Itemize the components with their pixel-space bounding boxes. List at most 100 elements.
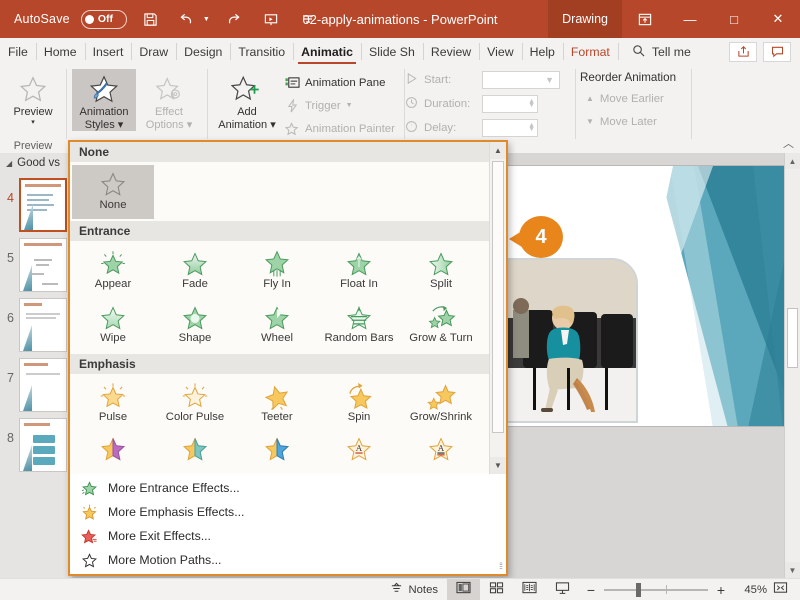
customize-quick-access-icon[interactable] (295, 6, 321, 32)
spinner-arrows-icon[interactable]: ▲ ▼ (528, 98, 535, 109)
gallery-item-fly-in[interactable]: Fly In (236, 244, 318, 298)
minimize-button[interactable]: — (668, 0, 712, 38)
gallery-scrollbar[interactable]: ▲ ▼ (489, 142, 506, 474)
gallery-item-split[interactable]: Split (400, 244, 482, 298)
tab-slide-show[interactable]: Slide Sh (361, 38, 423, 65)
normal-view-button[interactable] (447, 578, 480, 600)
menu-item-more-motion-paths[interactable]: More Motion Paths... (70, 548, 506, 572)
tab-view[interactable]: View (479, 38, 521, 65)
tell-me-box[interactable]: Tell me (617, 38, 699, 65)
tab-design[interactable]: Design (176, 38, 230, 65)
gallery-item-grow-and-turn[interactable]: Grow & Turn (400, 298, 482, 352)
section-header[interactable]: ◢ Good vs (0, 153, 72, 173)
scroll-up-icon[interactable]: ▲ (490, 142, 506, 159)
thumbnail-item-5[interactable]: 5 (0, 233, 72, 293)
comments-icon[interactable] (763, 41, 791, 62)
start-dropdown[interactable]: ▼ (482, 71, 560, 89)
scroll-up-icon[interactable]: ▲ (785, 153, 800, 169)
undo-icon[interactable] (175, 6, 201, 32)
slideshow-button[interactable] (546, 579, 579, 600)
spinner-arrows-icon-2[interactable]: ▲ ▼ (528, 122, 535, 133)
slide-photo[interactable] (503, 258, 638, 423)
zoom-handle[interactable] (636, 582, 641, 597)
tab-animations[interactable]: Animatic (293, 38, 361, 65)
slide-sorter-button[interactable] (480, 579, 513, 600)
slide-thumbnail-pane[interactable]: ◢ Good vs 4 5 6 7 8 (0, 153, 72, 578)
gallery-scroll-area[interactable]: None None Entrance Appear Fade Fly In Fl… (70, 142, 506, 474)
tab-help[interactable]: Help (521, 38, 563, 65)
tab-draw[interactable]: Draw (131, 38, 176, 65)
zoom-percent-label[interactable]: 45% (733, 584, 767, 596)
slide-thumbnail-6[interactable] (19, 298, 67, 352)
scroll-down-icon[interactable]: ▼ (785, 562, 800, 578)
maximize-button[interactable]: □ (712, 0, 756, 38)
menu-item-more-entrance-effects[interactable]: More Entrance Effects... (70, 476, 506, 500)
gallery-item-teeter[interactable]: Teeter (236, 377, 318, 431)
scroll-thumb[interactable] (492, 161, 504, 433)
slide-thumbnail-5[interactable] (19, 238, 67, 292)
add-animation-button[interactable]: Add Animation ▾ (213, 69, 281, 131)
ribbon-display-options-icon[interactable] (622, 0, 668, 38)
gallery-item-none[interactable]: None (72, 165, 154, 219)
slide-thumbnail-8[interactable] (19, 418, 67, 472)
zoom-track[interactable] (604, 582, 708, 597)
gallery-item-random-bars[interactable]: Random Bars (318, 298, 400, 352)
resize-grip-icon[interactable]: ⁞⁞ (499, 561, 503, 571)
tab-file[interactable]: File (0, 38, 36, 65)
tab-insert[interactable]: Insert (84, 38, 132, 65)
close-button[interactable]: ✕ (756, 0, 800, 38)
thumbnail-item-7[interactable]: 7 (0, 353, 72, 413)
gallery-item-wheel[interactable]: Wheel (236, 298, 318, 352)
delay-spinner[interactable]: ▲ ▼ (482, 119, 538, 137)
slide-canvas[interactable]: tion? 4 (497, 165, 800, 427)
gallery-item-shape[interactable]: Shape (154, 298, 236, 352)
contextual-tab-drawing[interactable]: Drawing (548, 0, 622, 38)
thumbnail-item-8[interactable]: 8 (0, 413, 72, 473)
undo-caret-icon[interactable]: ▼ (203, 16, 210, 23)
save-icon[interactable] (138, 6, 164, 32)
autosave-toggle[interactable]: Off (80, 9, 127, 29)
gallery-item-appear[interactable]: Appear (72, 244, 154, 298)
animation-styles-button[interactable]: Animation Styles ▾ (72, 69, 137, 132)
start-slideshow-icon[interactable] (258, 6, 284, 32)
gallery-item-wipe[interactable]: Wipe (72, 298, 154, 352)
zoom-slider[interactable]: − + (579, 582, 733, 598)
zoom-in-button[interactable]: + (715, 582, 727, 598)
tab-format[interactable]: Format (562, 38, 618, 65)
gallery-item-pulse[interactable]: Pulse (72, 377, 154, 431)
gallery-item-spin[interactable]: Spin (318, 377, 400, 431)
slide-thumbnail-4[interactable] (19, 178, 67, 232)
zoom-out-button[interactable]: − (585, 582, 597, 598)
thumbnail-item-6[interactable]: 6 (0, 293, 72, 353)
fit-to-window-button[interactable] (767, 581, 794, 598)
menu-item-more-exit-effects[interactable]: More Exit Effects... (70, 524, 506, 548)
tab-transitions[interactable]: Transitio (230, 38, 293, 65)
gallery-item-object-color[interactable]: A (400, 431, 482, 461)
animation-styles-gallery[interactable]: None None Entrance Appear Fade Fly In Fl… (68, 140, 508, 576)
gallery-item-color-pulse[interactable]: Color Pulse (154, 377, 236, 431)
animation-pane-button[interactable]: Animation Pane (281, 71, 398, 94)
gallery-item-float-in[interactable]: Float In (318, 244, 400, 298)
tab-home[interactable]: Home (35, 38, 85, 65)
notes-button[interactable]: Notes (381, 579, 447, 600)
reading-view-button[interactable] (513, 579, 546, 600)
preview-button[interactable]: Preview ▾ (5, 69, 61, 127)
redo-icon[interactable] (221, 6, 247, 32)
slide-thumbnail-7[interactable] (19, 358, 67, 412)
gallery-item-transparency[interactable]: A (318, 431, 400, 461)
thumbnail-item-4[interactable]: 4 (0, 173, 72, 233)
menu-item-more-emphasis-effects[interactable]: More Emphasis Effects... (70, 500, 506, 524)
canvas-vertical-scrollbar[interactable]: ▲ ▼ (784, 153, 800, 578)
gallery-item-lighten[interactable] (236, 431, 318, 461)
gallery-item-grow-shrink[interactable]: Grow/Shrink (400, 377, 482, 431)
tab-review[interactable]: Review (422, 38, 479, 65)
preview-caret-icon[interactable]: ▾ (31, 119, 35, 127)
gallery-item-fade[interactable]: Fade (154, 244, 236, 298)
share-icon[interactable] (729, 41, 757, 62)
collapse-ribbon-icon[interactable]: ︿ (783, 135, 794, 151)
duration-spinner[interactable]: ▲ ▼ (482, 95, 538, 113)
scroll-down-icon[interactable]: ▼ (490, 457, 506, 474)
triangle-collapse-icon[interactable]: ◢ (6, 159, 12, 168)
gallery-item-desaturate[interactable] (72, 431, 154, 461)
gallery-item-darken[interactable] (154, 431, 236, 461)
